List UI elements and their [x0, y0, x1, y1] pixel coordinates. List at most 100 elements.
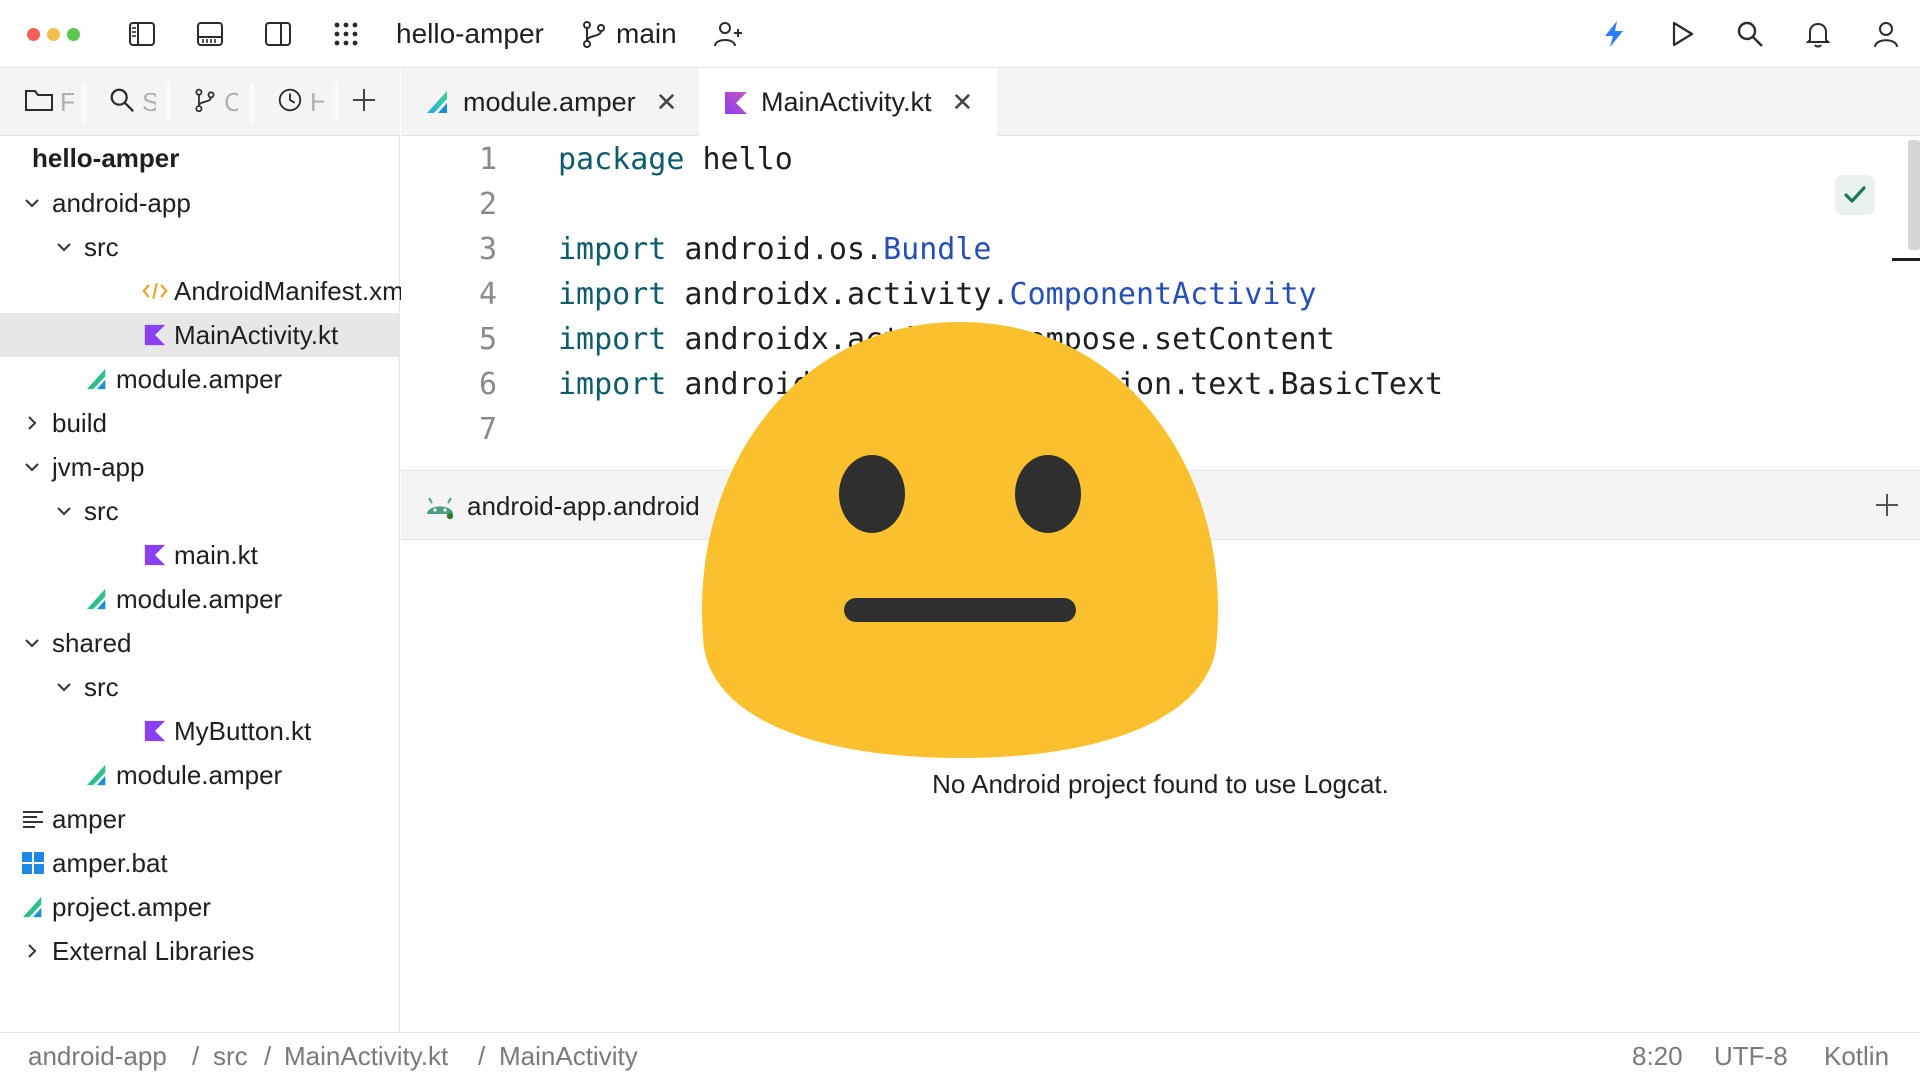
breadcrumb-item[interactable]: MainActivity — [499, 1041, 638, 1072]
ai-bolt-icon[interactable] — [1594, 14, 1634, 54]
file-language[interactable]: Kotlin — [1824, 1041, 1889, 1072]
tree-item-label: hello-amper — [32, 142, 180, 173]
chevron-down-icon[interactable] — [52, 499, 76, 523]
minimize-window-button[interactable] — [47, 28, 60, 41]
tree-item-main-kt[interactable]: main.kt — [0, 533, 400, 577]
tree-item-mainactivity-kt[interactable]: MainActivity.kt — [0, 313, 400, 357]
tree-item-label: module.amper — [116, 363, 283, 394]
android-icon — [423, 492, 457, 520]
breadcrumb-item[interactable]: android-app — [28, 1041, 167, 1072]
code-line[interactable]: 5import androidx.activity.compose.setCon… — [401, 317, 1335, 362]
tab-history[interactable]: H — [276, 68, 324, 136]
add-logcat-tab-button[interactable] — [1869, 487, 1905, 523]
tree-item-module-amper[interactable]: module.amper — [0, 357, 400, 401]
chevron-down-icon[interactable] — [20, 191, 44, 215]
breadcrumb-item[interactable]: MainActivity.kt — [284, 1041, 448, 1072]
tab-history-label: H — [310, 86, 324, 117]
right-panel-icon[interactable] — [258, 14, 298, 54]
amper-icon — [84, 366, 110, 392]
editor-scrollbar[interactable] — [1908, 140, 1920, 250]
xml-icon — [142, 278, 168, 304]
chevron-down-icon[interactable] — [52, 675, 76, 699]
search-icon[interactable] — [1730, 14, 1770, 54]
line-number: 3 — [478, 232, 497, 267]
close-tab-icon[interactable]: ✕ — [952, 87, 974, 118]
title-bar: hello-amper main — [0, 0, 1920, 68]
add-tab-button[interactable] — [350, 68, 378, 136]
chevron-right-icon[interactable] — [20, 411, 44, 435]
chevron-down-icon[interactable] — [52, 235, 76, 259]
kotlin-icon — [142, 542, 168, 568]
tree-item-shared[interactable]: shared — [0, 621, 400, 665]
logcat-tab[interactable]: android-app.android — [423, 471, 700, 541]
line-number: 4 — [478, 277, 497, 312]
add-user-icon[interactable] — [708, 14, 748, 54]
tree-item-amper[interactable]: amper — [0, 797, 400, 841]
breadcrumb-item[interactable]: src — [213, 1041, 248, 1072]
chevron-right-icon[interactable] — [20, 939, 44, 963]
tree-item-build[interactable]: build — [0, 401, 400, 445]
close-tab-icon[interactable]: ✕ — [656, 87, 678, 118]
tab-files[interactable]: F — [24, 68, 74, 136]
tree-item-android-app[interactable]: android-app — [0, 181, 400, 225]
kotlin-icon — [723, 90, 749, 116]
tree-item-project-amper[interactable]: project.amper — [0, 885, 400, 929]
tree-item-jvm-app[interactable]: jvm-app — [0, 445, 400, 489]
amper-icon — [425, 89, 451, 115]
tree-item-label: MyButton.kt — [174, 715, 312, 746]
project-name-button[interactable]: hello-amper — [396, 18, 544, 50]
tree-item-label: module.amper — [116, 759, 283, 790]
tree-item-module-amper[interactable]: module.amper — [0, 753, 400, 797]
tab-commit[interactable]: C — [192, 68, 238, 136]
profile-icon[interactable] — [1866, 14, 1906, 54]
tree-item-label: jvm-app — [52, 451, 145, 482]
caret-position[interactable]: 8:20 — [1632, 1041, 1683, 1072]
file-encoding[interactable]: UTF-8 — [1714, 1041, 1788, 1072]
tree-item-hello-amper[interactable]: hello-amper — [0, 136, 400, 180]
tree-item-src[interactable]: src — [0, 665, 400, 709]
tree-item-src[interactable]: src — [0, 489, 400, 533]
editor-tab-bar: module.amper ✕ MainActivity.kt ✕ — [401, 68, 1920, 137]
code-text: package hello — [558, 142, 793, 177]
close-window-button[interactable] — [27, 28, 40, 41]
run-icon[interactable] — [1662, 14, 1702, 54]
line-number: 2 — [478, 187, 497, 222]
bottom-panel-icon[interactable] — [190, 14, 230, 54]
apps-grid-icon[interactable] — [326, 14, 366, 54]
tab-search[interactable]: S — [108, 68, 156, 136]
tab-files-label: F — [60, 86, 74, 117]
chevron-down-icon[interactable] — [20, 631, 44, 655]
tree-item-mybutton-kt[interactable]: MyButton.kt — [0, 709, 400, 753]
breadcrumb-separator: / — [264, 1041, 272, 1071]
code-line[interactable]: 3 import android.os.Bundle — [401, 227, 992, 272]
tree-item-amper-bat[interactable]: amper.bat — [0, 841, 400, 885]
tab-main-activity[interactable]: MainActivity.kt ✕ — [699, 68, 998, 137]
code-line[interactable]: 6import androidx.compose.foundation.text… — [401, 362, 1443, 407]
tree-item-src[interactable]: src — [0, 225, 400, 269]
tree-item-external-libraries[interactable]: External Libraries — [0, 929, 400, 973]
tree-item-label: module.amper — [116, 583, 283, 614]
chevron-down-icon[interactable] — [20, 455, 44, 479]
code-line[interactable]: 1 package hello — [401, 137, 793, 182]
code-line[interactable]: 4 import androidx.activity.ComponentActiv… — [401, 272, 1317, 317]
code-keyword: package — [558, 142, 685, 177]
plus-icon — [350, 86, 378, 119]
tree-item-androidmanifest-xml[interactable]: AndroidManifest.xml — [0, 269, 410, 313]
branch-button[interactable]: main — [616, 18, 677, 50]
breadcrumb-separator: / — [192, 1041, 200, 1071]
project-panel-icon[interactable] — [122, 14, 162, 54]
code-plain: hello — [684, 142, 793, 177]
tree-item-module-amper[interactable]: module.amper — [0, 577, 400, 621]
maximize-window-button[interactable] — [67, 28, 80, 41]
code-line[interactable]: 2 — [401, 182, 497, 227]
code-keyword: import — [558, 277, 667, 312]
tab-module-amper[interactable]: module.amper ✕ — [401, 68, 701, 136]
code-plain: android.os. — [666, 232, 884, 267]
bell-icon[interactable] — [1798, 14, 1838, 54]
tab-divider — [164, 82, 170, 122]
tool-window-tabs: F S C H — [0, 68, 400, 136]
code-keyword: import — [558, 367, 667, 402]
code-text: import androidx.activity.ComponentActivi… — [558, 277, 1317, 312]
code-line[interactable]: 7 — [401, 407, 497, 452]
inspection-ok-icon[interactable] — [1835, 175, 1875, 215]
